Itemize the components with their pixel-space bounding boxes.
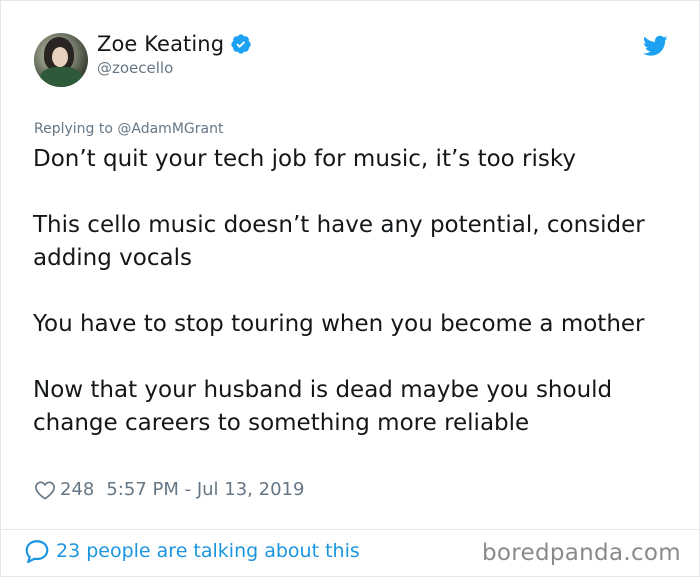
talking-link[interactable]: 23 people are talking about this	[24, 539, 360, 563]
author-name-row[interactable]: Zoe Keating	[97, 32, 252, 56]
tweet-text: Don’t quit your tech job for music, it’s…	[33, 143, 673, 473]
divider	[2, 529, 700, 530]
reply-context[interactable]: Replying to @AdamMGrant	[34, 121, 223, 137]
heart-icon[interactable]	[34, 480, 56, 500]
timestamp[interactable]: 5:57 PM - Jul 13, 2019	[106, 479, 304, 500]
avatar-face	[52, 47, 68, 67]
author-handle[interactable]: @zoecello	[97, 59, 173, 77]
author-display-name[interactable]: Zoe Keating	[97, 32, 224, 56]
avatar-body	[40, 67, 82, 87]
tweet-paragraph: This cello music doesn’t have any potent…	[33, 212, 645, 271]
talking-label: 23 people are talking about this	[56, 540, 360, 562]
watermark: boredpanda.com	[482, 540, 681, 566]
tweet-paragraph: Now that your husband is dead maybe you …	[33, 377, 613, 436]
tweet-meta: 248 5:57 PM - Jul 13, 2019	[34, 479, 304, 500]
speech-bubble-icon	[25, 540, 49, 563]
tweet-card: Zoe Keating @zoecello Replying to @AdamM…	[0, 0, 700, 577]
twitter-bird-icon[interactable]	[643, 35, 668, 57]
tweet-paragraph: Don’t quit your tech job for music, it’s…	[33, 146, 576, 172]
tweet-paragraph: You have to stop touring when you become…	[33, 311, 645, 337]
avatar[interactable]	[34, 33, 88, 87]
verified-badge-icon	[231, 34, 251, 54]
like-count[interactable]: 248	[60, 479, 94, 500]
